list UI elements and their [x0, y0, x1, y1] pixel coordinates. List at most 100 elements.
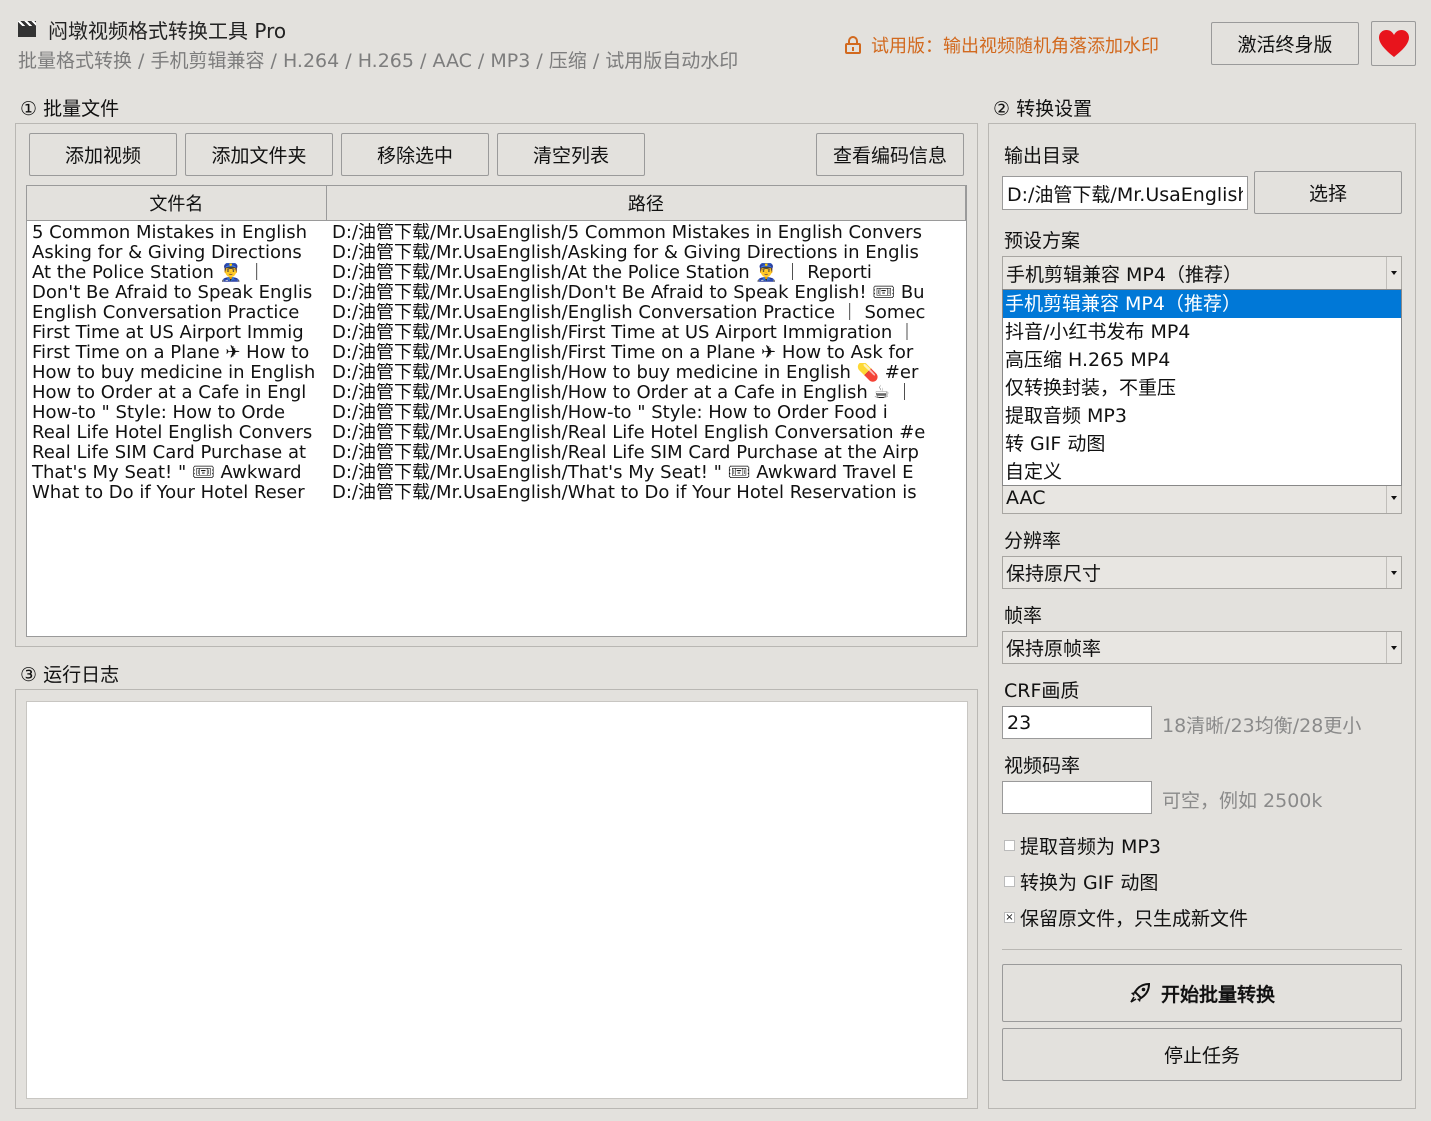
crf-hint: 18清晰/23均衡/28更小: [1162, 715, 1362, 737]
preset-option[interactable]: 自定义: [1003, 458, 1401, 486]
table-row[interactable]: 5 Common Mistakes in English D:/油管下载/Mr.U…: [27, 223, 966, 243]
file-name-cell: How-to " Style: How to Orde: [32, 403, 286, 423]
table-row[interactable]: How to Order at a Cafe in Engl D:/油管下载/Mr…: [27, 383, 966, 403]
audio-codec-value: AAC: [1006, 487, 1046, 509]
app-title-row: 闷墩视频格式转换工具 Pro: [18, 14, 286, 44]
table-row[interactable]: Real Life Hotel English Convers D:/油管下载/M…: [27, 423, 966, 443]
remove-selected-button[interactable]: 移除选中: [341, 133, 489, 176]
file-name-cell: English Conversation Practice: [32, 303, 300, 323]
heart-icon: [1378, 29, 1409, 57]
file-path-cell: D:/油管下载/Mr.UsaEnglish/English Conversati…: [332, 303, 926, 323]
trial-notice: 试用版：输出视频随机角落添加水印: [845, 31, 1159, 59]
table-row[interactable]: Asking for & Giving Directions D:/油管下载/Mr…: [27, 243, 966, 263]
file-path-cell: D:/油管下载/Mr.UsaEnglish/Real Life Hotel En…: [332, 423, 926, 443]
preset-option[interactable]: 仅转换封装，不重压: [1003, 374, 1401, 402]
clear-list-button[interactable]: 清空列表: [497, 133, 645, 176]
separator: [1002, 949, 1402, 950]
table-row[interactable]: English Conversation Practice D:/油管下载/Mr.…: [27, 303, 966, 323]
log-section-title: ③ 运行日志: [20, 664, 120, 686]
table-row[interactable]: What to Do if Your Hotel Reser D:/油管下载/Mr…: [27, 483, 966, 503]
preset-option[interactable]: 提取音频 MP3: [1003, 402, 1401, 430]
framerate-label: 帧率: [1004, 605, 1043, 627]
chevron-down-icon: [1386, 483, 1401, 513]
file-path-cell: D:/油管下载/Mr.UsaEnglish/How to buy medicin…: [332, 363, 919, 383]
table-row[interactable]: First Time at US Airport Immig D:/油管下载/Mr…: [27, 323, 966, 343]
column-header-path[interactable]: 路径: [327, 186, 966, 220]
framerate-select[interactable]: 保持原帧率: [1002, 631, 1402, 664]
file-name-cell: 5 Common Mistakes in English: [32, 223, 308, 243]
bitrate-hint: 可空，例如 2500k: [1162, 790, 1323, 812]
crf-label: CRF画质: [1004, 680, 1080, 702]
preset-option[interactable]: 手机剪辑兼容 MP4（推荐）: [1003, 290, 1401, 318]
start-batch-button[interactable]: 开始批量转换: [1002, 964, 1402, 1022]
table-row[interactable]: At the Police Station 👮‍♂️ ｜ D:/油管下载/Mr.U…: [27, 263, 966, 283]
file-name-cell: What to Do if Your Hotel Reser: [32, 483, 305, 503]
file-path-cell: D:/油管下载/Mr.UsaEnglish/First Time at US A…: [332, 323, 916, 343]
checkbox-box-checked[interactable]: ×: [1004, 912, 1015, 923]
file-path-cell: D:/油管下载/Mr.UsaEnglish/Real Life SIM Card…: [332, 443, 919, 463]
file-path-cell: D:/油管下载/Mr.UsaEnglish/How-to " Style: Ho…: [332, 403, 888, 423]
file-name-cell: Real Life Hotel English Convers: [32, 423, 313, 443]
crf-input[interactable]: [1002, 706, 1152, 739]
file-path-cell: D:/油管下载/Mr.UsaEnglish/How to Order at a …: [332, 383, 914, 403]
preset-label: 预设方案: [1004, 230, 1081, 252]
files-section-title: ① 批量文件: [20, 98, 120, 120]
codec-info-button[interactable]: 查看编码信息: [816, 133, 964, 176]
column-header-filename[interactable]: 文件名: [27, 186, 327, 220]
output-dir-input[interactable]: [1002, 176, 1248, 210]
file-table-body: 5 Common Mistakes in English D:/油管下载/Mr.U…: [27, 223, 966, 503]
stop-task-button[interactable]: 停止任务: [1002, 1028, 1402, 1081]
file-path-cell: D:/油管下载/Mr.UsaEnglish/Don't Be Afraid to…: [332, 283, 925, 303]
app-title: 闷墩视频格式转换工具 Pro: [48, 18, 287, 43]
file-name-cell: First Time at US Airport Immig: [32, 323, 304, 343]
preset-dropdown-list[interactable]: 手机剪辑兼容 MP4（推荐） 抖音/小红书发布 MP4 高压缩 H.265 MP4 仅…: [1002, 289, 1402, 486]
keep-original-checkbox[interactable]: × 保留原文件，只生成新文件: [1004, 904, 1248, 931]
log-output[interactable]: [26, 701, 968, 1099]
table-row[interactable]: That's My Seat! " 🎟 Awkward D:/油管下载/Mr.Us…: [27, 463, 966, 483]
table-row[interactable]: Real Life SIM Card Purchase at D:/油管下载/Mr…: [27, 443, 966, 463]
extract-mp3-checkbox[interactable]: 提取音频为 MP3: [1004, 832, 1161, 859]
chevron-down-icon: [1386, 257, 1401, 289]
bitrate-label: 视频码率: [1004, 755, 1081, 777]
preset-option[interactable]: 转 GIF 动图: [1003, 430, 1401, 458]
preset-select-value: 手机剪辑兼容 MP4（推荐）: [1006, 263, 1242, 286]
preset-option[interactable]: 高压缩 H.265 MP4: [1003, 346, 1401, 374]
resolution-value: 保持原尺寸: [1006, 563, 1102, 585]
activate-lifetime-button[interactable]: 激活终身版: [1211, 22, 1359, 65]
resolution-label: 分辨率: [1004, 530, 1062, 552]
table-row[interactable]: How-to " Style: How to Orde D:/油管下载/Mr.Us…: [27, 403, 966, 423]
lock-icon: [845, 36, 861, 54]
output-dir-label: 输出目录: [1004, 145, 1081, 167]
file-path-cell: D:/油管下载/Mr.UsaEnglish/That's My Seat! " …: [332, 463, 914, 483]
app-subtitle: 批量格式转换 / 手机剪辑兼容 / H.264 / H.265 / AAC / …: [18, 50, 739, 72]
clapperboard-icon: [18, 21, 36, 37]
chevron-down-icon: [1386, 632, 1401, 663]
checkbox-box[interactable]: [1004, 876, 1015, 887]
file-path-cell: D:/油管下载/Mr.UsaEnglish/5 Common Mistakes …: [332, 223, 922, 243]
table-row[interactable]: How to buy medicine in English D:/油管下载/Mr…: [27, 363, 966, 383]
choose-dir-button[interactable]: 选择: [1254, 171, 1402, 214]
chevron-down-icon: [1386, 557, 1401, 588]
resolution-select[interactable]: 保持原尺寸: [1002, 556, 1402, 589]
file-name-cell: Real Life SIM Card Purchase at: [32, 443, 307, 463]
add-video-button[interactable]: 添加视频: [29, 133, 177, 176]
file-table[interactable]: 文件名 路径 5 Common Mistakes in English D:/油管…: [26, 185, 967, 637]
keep-original-label: 保留原文件，只生成新文件: [1020, 908, 1249, 930]
file-name-cell: How to buy medicine in English: [32, 363, 316, 383]
checkbox-box[interactable]: [1004, 840, 1015, 851]
preset-option[interactable]: 抖音/小红书发布 MP4: [1003, 318, 1401, 346]
settings-section-title: ② 转换设置: [993, 98, 1093, 120]
heart-button[interactable]: [1371, 21, 1416, 66]
file-path-cell: D:/油管下载/Mr.UsaEnglish/Asking for & Givin…: [332, 243, 919, 263]
bitrate-input[interactable]: [1002, 781, 1152, 814]
file-name-cell: First Time on a Plane ✈ How to: [32, 343, 310, 363]
file-name-cell: How to Order at a Cafe in Engl: [32, 383, 307, 403]
preset-select[interactable]: 手机剪辑兼容 MP4（推荐）: [1002, 256, 1402, 290]
table-row[interactable]: First Time on a Plane ✈ How to D:/油管下载/Mr…: [27, 343, 966, 363]
audio-codec-select[interactable]: AAC: [1002, 482, 1402, 514]
convert-gif-checkbox[interactable]: 转换为 GIF 动图: [1004, 868, 1158, 895]
file-path-cell: D:/油管下载/Mr.UsaEnglish/At the Police Stat…: [332, 263, 872, 283]
convert-gif-label: 转换为 GIF 动图: [1020, 872, 1159, 894]
add-folder-button[interactable]: 添加文件夹: [185, 133, 333, 176]
table-row[interactable]: Don't Be Afraid to Speak Englis D:/油管下载/M…: [27, 283, 966, 303]
